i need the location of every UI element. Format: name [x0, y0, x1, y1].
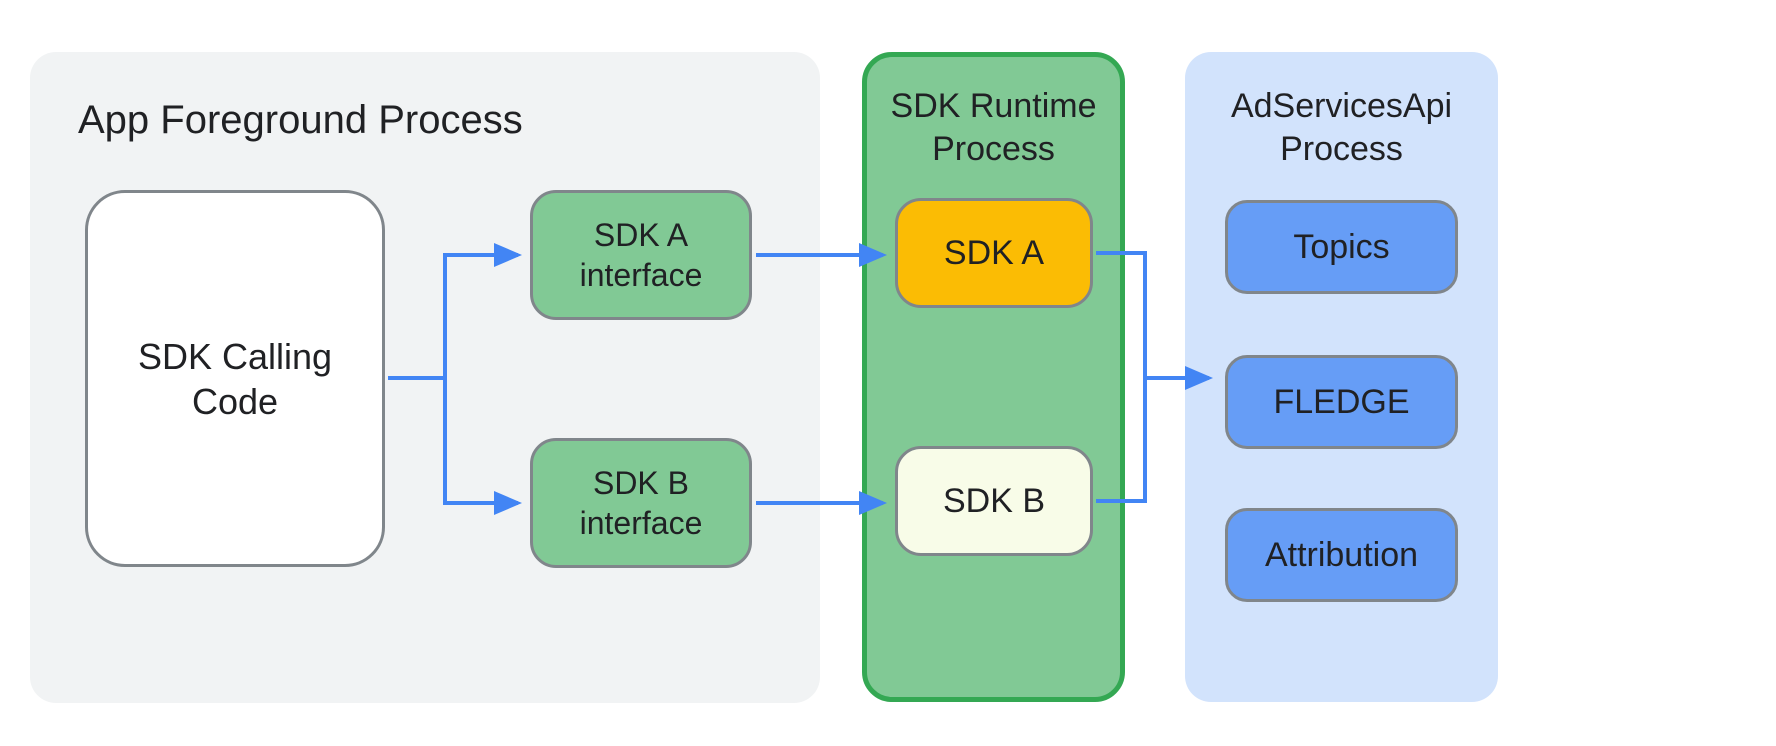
sdk-b-box: SDK B [895, 446, 1093, 556]
attribution-api-label: Attribution [1265, 534, 1418, 577]
sdk-b-interface-label: SDK Binterface [580, 463, 703, 543]
sdk-b-label: SDK B [943, 480, 1045, 523]
sdk-calling-code-label: SDK CallingCode [138, 334, 332, 424]
sdk-a-box: SDK A [895, 198, 1093, 308]
topics-api-label: Topics [1293, 226, 1389, 269]
sdk-a-label: SDK A [944, 232, 1044, 275]
attribution-api-box: Attribution [1225, 508, 1458, 602]
fledge-api-box: FLEDGE [1225, 355, 1458, 449]
sdk-runtime-title: SDK RuntimeProcess [872, 85, 1115, 170]
sdk-a-interface-box: SDK Ainterface [530, 190, 752, 320]
topics-api-box: Topics [1225, 200, 1458, 294]
sdk-b-interface-box: SDK Binterface [530, 438, 752, 568]
fledge-api-label: FLEDGE [1273, 381, 1409, 424]
app-foreground-title: App Foreground Process [78, 95, 523, 145]
adservices-title: AdServicesApiProcess [1195, 85, 1488, 170]
diagram-canvas: App Foreground Process SDK CallingCode S… [0, 0, 1776, 746]
sdk-a-interface-label: SDK Ainterface [580, 215, 703, 295]
sdk-calling-code-box: SDK CallingCode [85, 190, 385, 567]
